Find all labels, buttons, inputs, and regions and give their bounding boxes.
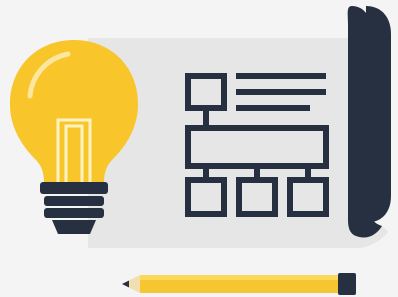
lightbulb-base-collar xyxy=(40,182,108,194)
pencil-ferrule xyxy=(338,273,356,295)
pencil-body-stripe xyxy=(140,275,338,280)
pencil-icon xyxy=(122,273,356,295)
lightbulb-base-tip xyxy=(52,220,96,234)
lightbulb-base-thread xyxy=(44,196,104,206)
illustration-canvas xyxy=(0,0,398,297)
lightbulb-base-thread xyxy=(44,208,104,218)
idea-blueprint-illustration xyxy=(10,6,391,295)
pencil-lead xyxy=(122,280,129,288)
